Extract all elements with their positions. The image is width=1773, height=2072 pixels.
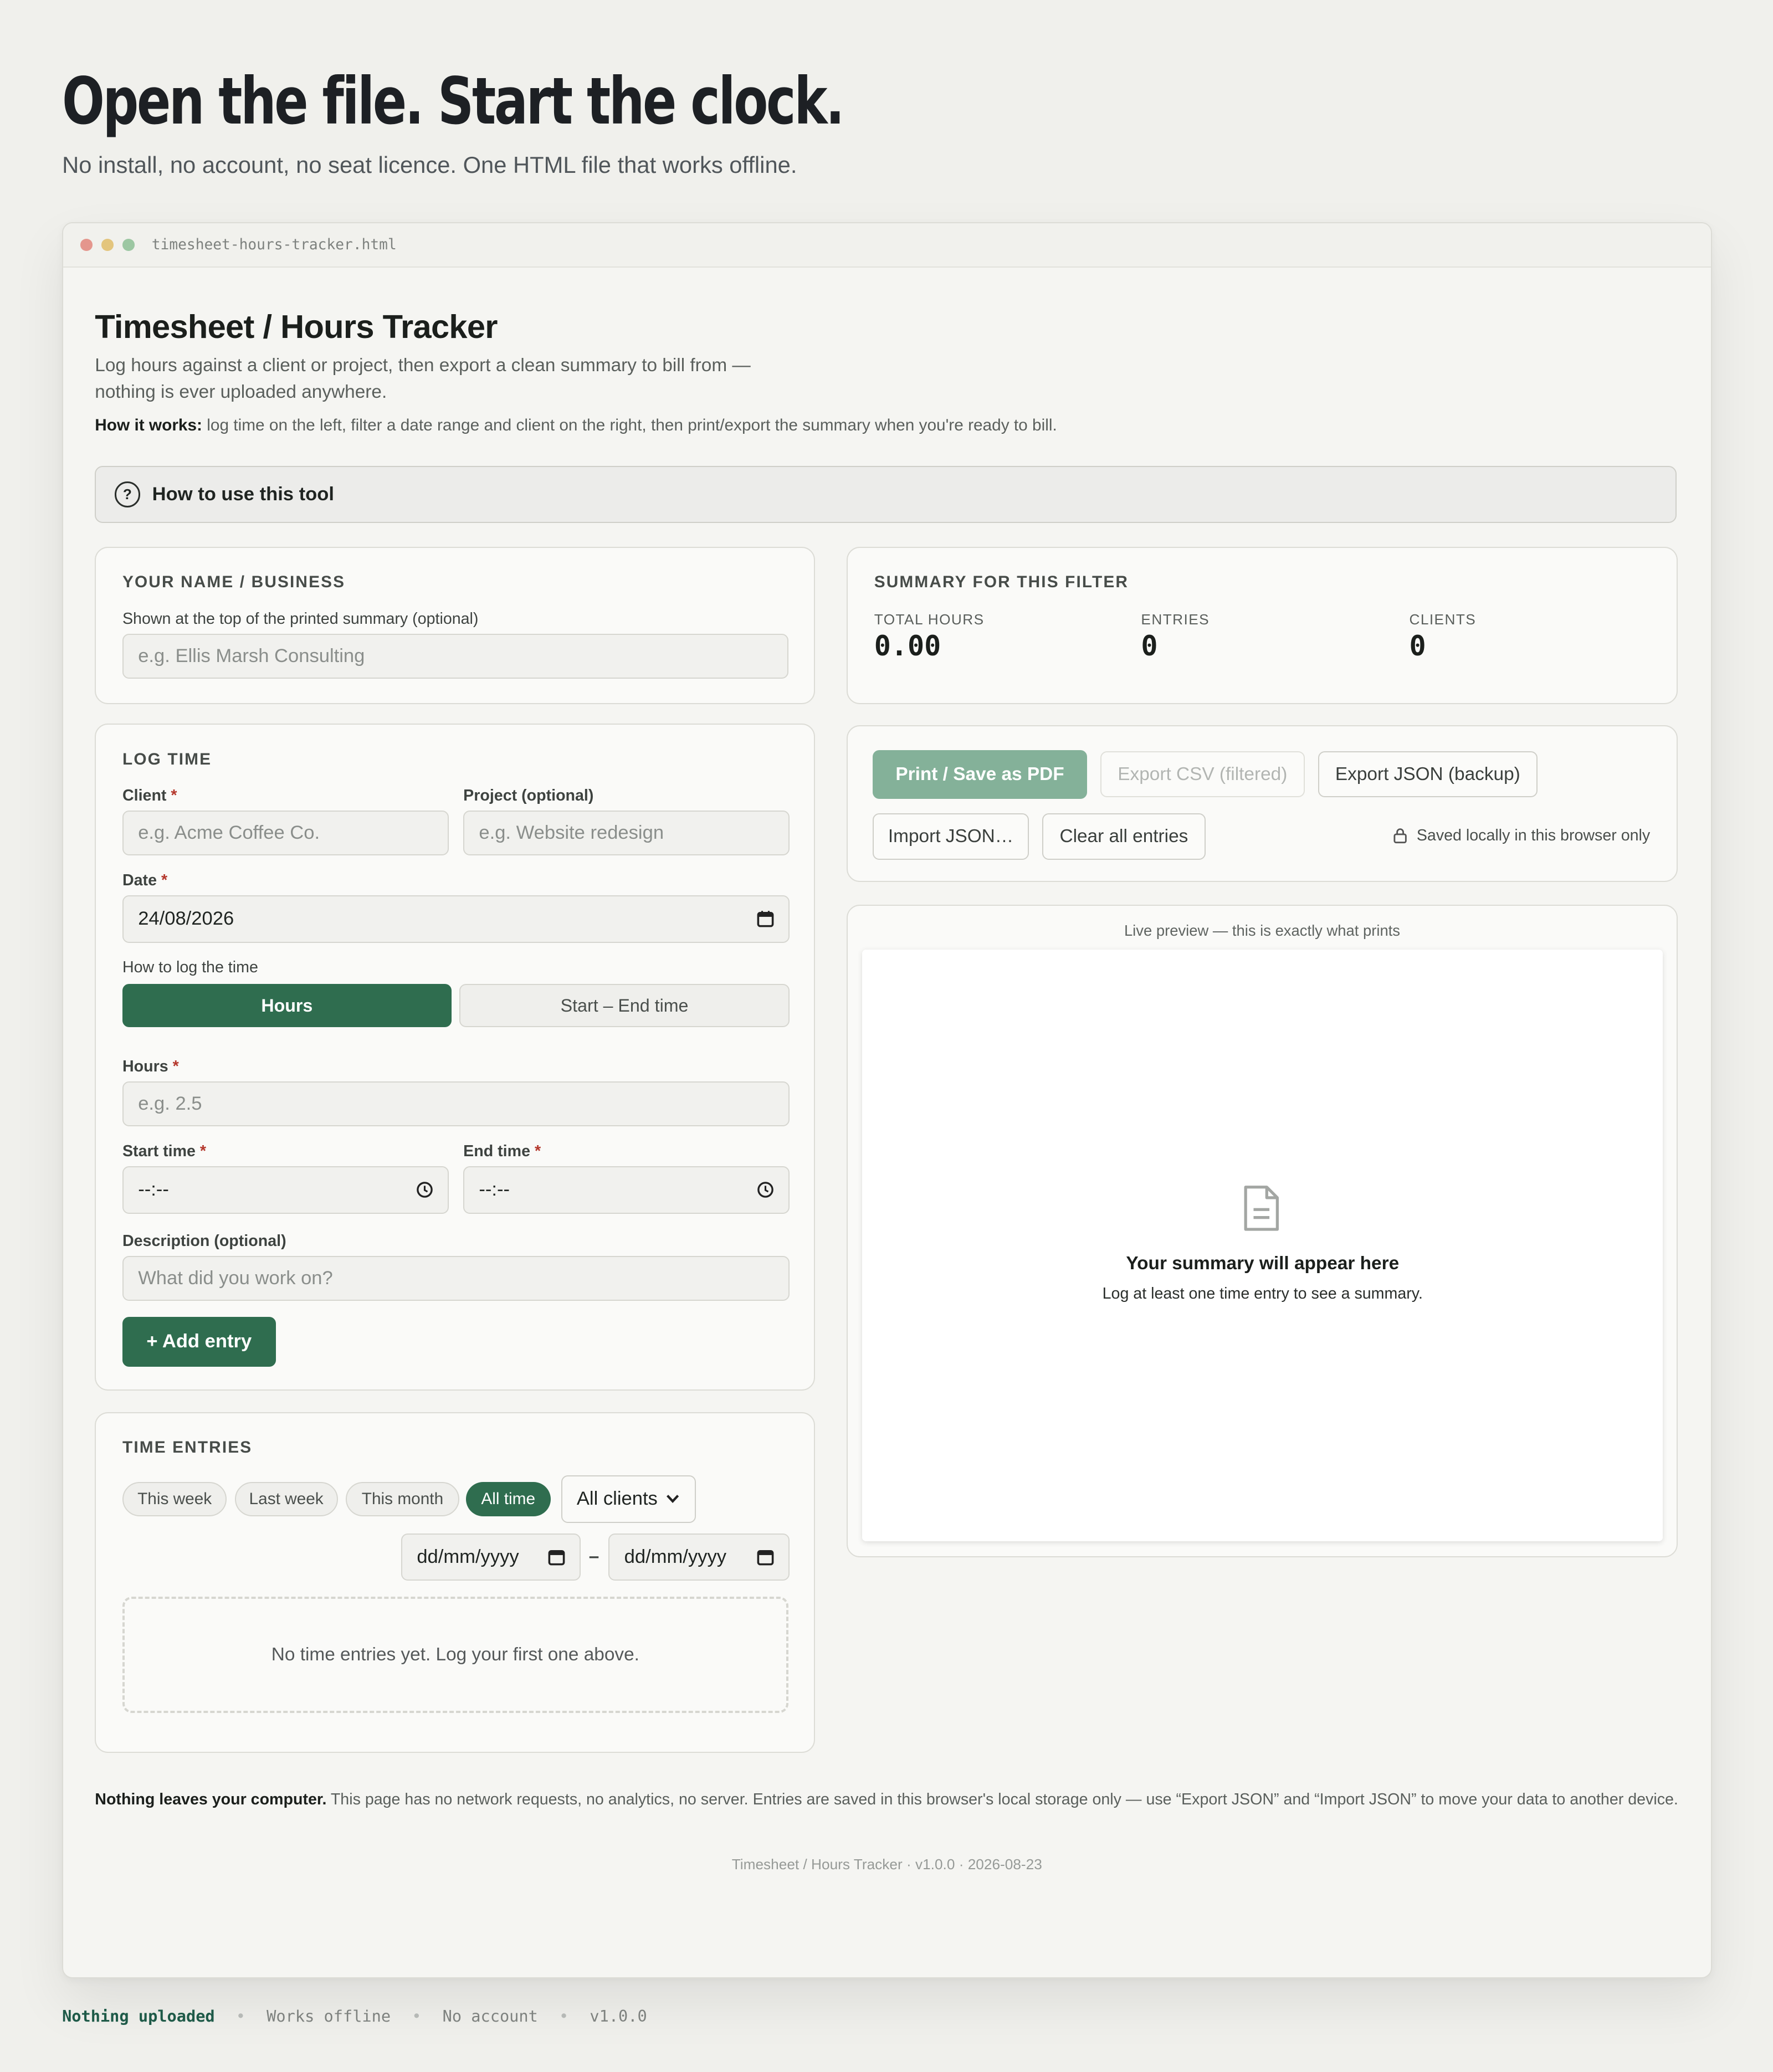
client-filter-select[interactable]: All clients — [561, 1475, 696, 1523]
time-entries-card: TIME ENTRIES This week Last week This mo… — [95, 1412, 815, 1753]
export-csv-button[interactable]: Export CSV (filtered) — [1100, 751, 1305, 798]
filter-this-month[interactable]: This month — [345, 1481, 459, 1516]
total-hours-label: TOTAL HOURS — [874, 611, 985, 628]
print-preview: Your summary will appear here Log at lea… — [862, 949, 1663, 1541]
preview-empty-title: Your summary will appear here — [1126, 1253, 1400, 1274]
time-entries-title: TIME ENTRIES — [122, 1438, 253, 1456]
clock-icon[interactable] — [757, 1181, 774, 1198]
entries-empty-state: No time entries yet. Log your first one … — [122, 1597, 788, 1713]
log-time-card: LOG TIME Client * Project (optional) Dat… — [95, 724, 815, 1391]
mode-hours-button[interactable]: Hours — [122, 983, 452, 1028]
window-chrome: timesheet-hours-tracker.html — [63, 223, 1711, 268]
clients-value: 0 — [1409, 629, 1426, 662]
hours-label: Hours * — [122, 1058, 179, 1076]
how-it-works-label: How it works: — [95, 416, 202, 434]
help-toggle[interactable]: ? How to use this tool — [95, 466, 1677, 523]
filter-last-week[interactable]: Last week — [234, 1481, 338, 1516]
preview-empty-subtitle: Log at least one time entry to see a sum… — [1102, 1285, 1423, 1303]
footer-separator: • — [559, 2007, 569, 2026]
app-title: Timesheet / Hours Tracker — [95, 308, 498, 346]
date-value: 24/08/2026 — [138, 908, 234, 930]
chevron-down-icon — [667, 1495, 679, 1504]
end-time-value: --:-- — [479, 1179, 510, 1201]
business-label: Shown at the top of the printed summary … — [122, 609, 479, 628]
mode-start-end-button[interactable]: Start – End time — [459, 983, 790, 1028]
help-icon: ? — [114, 481, 141, 507]
hero-title: Open the file. Start the clock. — [62, 64, 844, 140]
end-time-input[interactable]: --:-- — [463, 1166, 790, 1214]
total-hours-value: 0.00 — [874, 629, 941, 662]
date-to-value: dd/mm/yyyy — [624, 1546, 727, 1568]
date-to-input[interactable]: dd/mm/yyyy — [608, 1533, 790, 1581]
privacy-note: Nothing leaves your computer. This page … — [95, 1787, 1680, 1812]
entries-value: 0 — [1141, 629, 1158, 662]
mode-label: How to log the time — [122, 958, 258, 977]
footer-version: v1.0.0 — [590, 2007, 647, 2026]
business-name-input[interactable] — [122, 633, 788, 679]
project-input[interactable] — [463, 811, 790, 856]
privacy-note-text: This page has no network requests, no an… — [330, 1790, 1678, 1808]
import-json-button[interactable]: Import JSON… — [873, 813, 1029, 860]
start-time-label: Start time * — [122, 1142, 207, 1160]
date-range-separator: – — [588, 1546, 599, 1567]
description-input[interactable] — [122, 1255, 790, 1301]
print-button[interactable]: Print / Save as PDF — [873, 750, 1087, 799]
saved-locally-text: Saved locally in this browser only — [1416, 826, 1651, 844]
maximize-dot — [122, 239, 135, 251]
date-label: Date * — [122, 871, 168, 889]
summary-card: SUMMARY FOR THIS FILTER TOTAL HOURS 0.00… — [847, 546, 1678, 704]
date-from-input[interactable]: dd/mm/yyyy — [401, 1533, 581, 1581]
clear-entries-button[interactable]: Clear all entries — [1042, 813, 1206, 860]
date-input[interactable]: 24/08/2026 — [122, 895, 790, 943]
business-card: YOUR NAME / BUSINESS Shown at the top of… — [95, 546, 815, 704]
footer-badges: Nothing uploaded • Works offline • No ac… — [62, 2007, 647, 2025]
version-line: Timesheet / Hours Tracker · v1.0.0 · 202… — [731, 1855, 1042, 1873]
app-window: timesheet-hours-tracker.html Timesheet /… — [62, 222, 1712, 1979]
footer-separator: • — [412, 2007, 422, 2026]
window-filename: timesheet-hours-tracker.html — [151, 236, 397, 253]
footer-nothing-uploaded: Nothing uploaded — [62, 2007, 215, 2026]
footer-separator: • — [235, 2007, 246, 2026]
summary-title: SUMMARY FOR THIS FILTER — [874, 573, 1129, 592]
hours-input[interactable] — [122, 1081, 790, 1127]
filter-this-week[interactable]: This week — [122, 1481, 227, 1516]
clients-label: CLIENTS — [1409, 611, 1477, 628]
how-it-works-text: log time on the left, filter a date rang… — [207, 416, 1057, 434]
business-card-title: YOUR NAME / BUSINESS — [122, 573, 346, 592]
description-label: Description (optional) — [122, 1232, 286, 1250]
client-input[interactable] — [122, 811, 449, 856]
minimize-dot — [101, 239, 114, 251]
hero-subtitle: No install, no account, no seat licence.… — [62, 152, 797, 178]
calendar-icon[interactable] — [548, 1548, 565, 1566]
app-description: Log hours against a client or project, t… — [95, 355, 751, 402]
start-time-input[interactable]: --:-- — [122, 1166, 449, 1214]
actions-card: Print / Save as PDF Export CSV (filtered… — [847, 725, 1678, 883]
client-filter-value: All clients — [576, 1488, 658, 1510]
page: Open the file. Start the clock. No insta… — [0, 0, 1773, 2071]
close-dot — [80, 239, 93, 251]
date-from-value: dd/mm/yyyy — [417, 1546, 519, 1568]
saved-locally-note: Saved locally in this browser only — [1393, 827, 1650, 845]
footer-works-offline: Works offline — [267, 2007, 391, 2026]
lock-icon — [1393, 828, 1407, 844]
footer-no-account: No account — [442, 2007, 538, 2026]
calendar-icon[interactable] — [757, 910, 774, 927]
help-toggle-label: How to use this tool — [152, 484, 334, 505]
how-it-works: How it works: log time on the left, filt… — [95, 416, 1057, 435]
start-time-value: --:-- — [138, 1179, 169, 1201]
preview-caption: Live preview — this is exactly what prin… — [1124, 921, 1401, 939]
project-label: Project (optional) — [463, 787, 594, 805]
privacy-note-bold: Nothing leaves your computer. — [95, 1790, 327, 1808]
clock-icon[interactable] — [416, 1181, 433, 1198]
preview-card: Live preview — this is exactly what prin… — [847, 904, 1678, 1557]
export-json-button[interactable]: Export JSON (backup) — [1318, 751, 1538, 798]
add-entry-button[interactable]: + Add entry — [122, 1316, 276, 1367]
calendar-icon[interactable] — [757, 1548, 774, 1566]
filter-all-time[interactable]: All time — [465, 1481, 551, 1516]
client-label: Client * — [122, 787, 177, 805]
end-time-label: End time * — [463, 1142, 541, 1160]
document-icon — [1244, 1186, 1279, 1231]
log-time-title: LOG TIME — [122, 750, 212, 768]
entries-label: ENTRIES — [1141, 611, 1210, 628]
